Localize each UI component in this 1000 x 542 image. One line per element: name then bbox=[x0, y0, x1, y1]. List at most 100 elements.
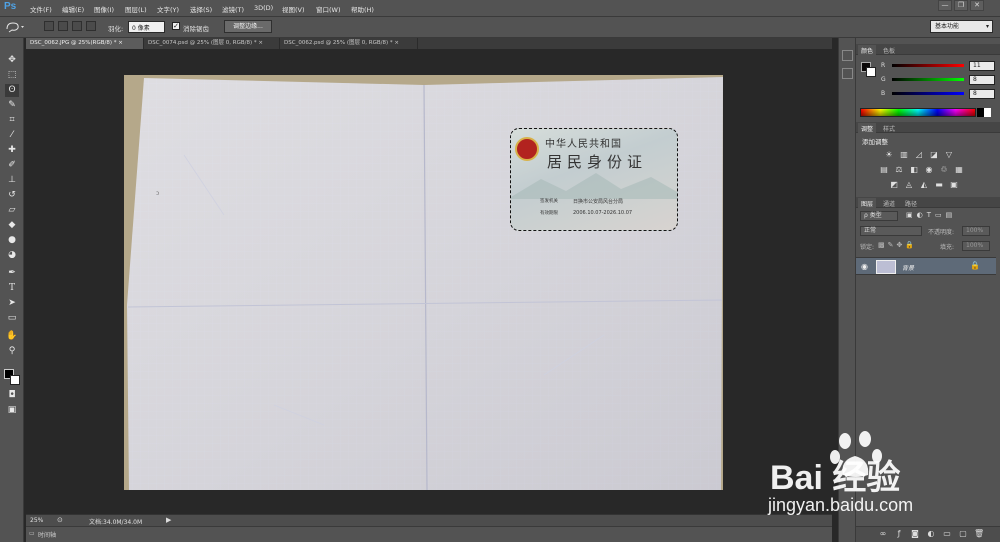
menu-select[interactable]: 选择(S) bbox=[190, 4, 212, 14]
workspace-select[interactable]: 基本功能 ▾ bbox=[930, 20, 993, 33]
opacity-input[interactable]: 100% bbox=[962, 226, 990, 236]
channel-mixer-icon[interactable]: ♲ bbox=[939, 165, 949, 174]
path-select-icon[interactable]: ➤ bbox=[5, 297, 19, 310]
color-lookup-icon[interactable]: ▦ bbox=[954, 165, 964, 174]
crop-tool-icon[interactable]: ⌗ bbox=[5, 114, 19, 127]
layer-style-icon[interactable]: ƒ bbox=[894, 529, 904, 538]
menu-3d[interactable]: 3D(D) bbox=[254, 4, 273, 12]
red-slider[interactable] bbox=[892, 64, 964, 67]
eyedropper-tool-icon[interactable]: ⁄ bbox=[5, 129, 19, 142]
tab-channels[interactable]: 通道 bbox=[880, 198, 898, 209]
screen-mode-icon[interactable]: ▣ bbox=[5, 404, 19, 417]
photo-filter-icon[interactable]: ◉ bbox=[924, 165, 934, 174]
menu-window[interactable]: 窗口(W) bbox=[316, 4, 341, 14]
green-value-input[interactable]: 8 bbox=[969, 75, 995, 85]
blend-mode-select[interactable]: 正常 bbox=[860, 226, 922, 236]
black-white-icon[interactable]: ◧ bbox=[909, 165, 919, 174]
subtract-selection-button[interactable] bbox=[72, 21, 82, 31]
vibrance-icon[interactable]: ▽ bbox=[944, 150, 954, 159]
minimize-button[interactable]: — bbox=[938, 0, 952, 11]
hue-saturation-icon[interactable]: ▤ bbox=[879, 165, 889, 174]
black-swatch[interactable] bbox=[977, 108, 984, 117]
white-swatch[interactable] bbox=[984, 108, 991, 117]
blue-slider[interactable] bbox=[892, 92, 964, 95]
pen-tool-icon[interactable]: ✒ bbox=[5, 267, 19, 280]
selective-color-icon[interactable]: ▣ bbox=[949, 180, 959, 189]
layer-filter-select[interactable]: ρ 类型 bbox=[860, 211, 898, 221]
tab-color[interactable]: 颜色 bbox=[858, 45, 877, 56]
lasso-tool-icon[interactable]: ʘ bbox=[5, 84, 19, 97]
background-color-swatch[interactable] bbox=[10, 375, 20, 385]
type-tool-icon[interactable]: T bbox=[5, 282, 19, 295]
menu-file[interactable]: 文件(F) bbox=[30, 4, 52, 14]
tab-dsc-0062-jpg[interactable]: DSC_0062.JPG @ 25%(RGB/8) * × bbox=[26, 38, 144, 49]
threshold-icon[interactable]: ◭ bbox=[919, 180, 929, 189]
background-color-chip[interactable] bbox=[866, 67, 876, 77]
zoom-level[interactable]: 25% bbox=[30, 517, 43, 524]
quick-mask-icon[interactable]: ◘ bbox=[5, 389, 19, 402]
add-mask-icon[interactable]: ◙ bbox=[910, 529, 920, 538]
eraser-tool-icon[interactable]: ▱ bbox=[5, 204, 19, 217]
new-layer-icon[interactable]: ▢ bbox=[958, 529, 968, 538]
status-share-icon[interactable]: ⊙ bbox=[57, 516, 63, 524]
green-slider[interactable] bbox=[892, 78, 964, 81]
new-selection-button[interactable] bbox=[44, 21, 54, 31]
layer-filter-icons[interactable]: ▣◐T▭▤ bbox=[906, 211, 956, 219]
feather-input[interactable]: 0 像素 bbox=[128, 21, 165, 33]
menu-view[interactable]: 视图(V) bbox=[282, 4, 305, 14]
paint-bucket-icon[interactable]: ◆ bbox=[5, 219, 19, 232]
layer-name[interactable]: 背景 bbox=[902, 263, 914, 272]
posterize-icon[interactable]: ◬ bbox=[904, 180, 914, 189]
menu-image[interactable]: 图像(I) bbox=[94, 4, 114, 14]
refine-edge-button[interactable]: 调整边缘... bbox=[224, 20, 272, 33]
clone-stamp-icon[interactable]: ⊥ bbox=[5, 174, 19, 187]
close-window-button[interactable]: ✕ bbox=[970, 0, 984, 11]
healing-brush-icon[interactable]: ✚ bbox=[5, 144, 19, 157]
tab-layers[interactable]: 图层 bbox=[858, 198, 877, 209]
link-layers-icon[interactable]: ∞ bbox=[878, 529, 888, 538]
blur-tool-icon[interactable]: ● bbox=[5, 234, 19, 247]
history-panel-icon[interactable] bbox=[842, 50, 853, 61]
id-card-selection[interactable]: 中华人民共和国 居民身份证 签发机关 日换市公安局风台分局 有效期限 2006.… bbox=[510, 128, 678, 231]
invert-icon[interactable]: ◩ bbox=[889, 180, 899, 189]
menu-help[interactable]: 帮助(H) bbox=[351, 4, 374, 14]
tab-styles[interactable]: 样式 bbox=[880, 123, 898, 134]
add-selection-button[interactable] bbox=[58, 21, 68, 31]
menu-edit[interactable]: 编辑(E) bbox=[62, 4, 84, 14]
antialias-checkbox[interactable]: ✓ bbox=[172, 22, 180, 30]
tab-paths[interactable]: 路径 bbox=[902, 198, 920, 209]
lock-icons[interactable]: ▩✎✥🔒 bbox=[878, 241, 917, 249]
blue-value-input[interactable]: 8 bbox=[969, 89, 995, 99]
new-group-icon[interactable]: ▭ bbox=[942, 529, 952, 538]
exposure-icon[interactable]: ◪ bbox=[929, 150, 939, 159]
move-tool-icon[interactable]: ✥ bbox=[5, 54, 19, 67]
maximize-button[interactable]: ❐ bbox=[954, 0, 968, 11]
menu-filter[interactable]: 滤镜(T) bbox=[222, 4, 244, 14]
tab-dsc-0074-psd[interactable]: DSC_0074.psd @ 25% (图层 0, RGB/8) * × bbox=[144, 38, 280, 49]
tab-adjustments[interactable]: 调整 bbox=[858, 123, 877, 134]
eye-icon[interactable]: ◉ bbox=[861, 262, 868, 271]
curves-icon[interactable]: ◿ bbox=[914, 150, 924, 159]
new-adjustment-icon[interactable]: ◐ bbox=[926, 529, 936, 538]
hand-tool-icon[interactable]: ✋ bbox=[5, 330, 19, 343]
intersect-selection-button[interactable] bbox=[86, 21, 96, 31]
tab-dsc-0062-psd[interactable]: DSC_0062.psd @ 25% (图层 0, RGB/8) * × bbox=[280, 38, 418, 49]
red-value-input[interactable]: 11 bbox=[969, 61, 995, 71]
fill-input[interactable]: 100% bbox=[962, 241, 990, 251]
quick-select-tool-icon[interactable]: ✎ bbox=[5, 99, 19, 112]
tool-preset-picker[interactable] bbox=[4, 20, 26, 34]
status-menu-arrow-icon[interactable]: ▶ bbox=[166, 516, 171, 524]
brush-tool-icon[interactable]: ✐ bbox=[5, 159, 19, 172]
menu-layer[interactable]: 图层(L) bbox=[125, 4, 147, 14]
history-brush-icon[interactable]: ↺ bbox=[5, 189, 19, 202]
layer-row-background[interactable]: ◉ 背景 🔒 bbox=[856, 257, 996, 275]
gradient-map-icon[interactable]: ▬ bbox=[934, 180, 944, 189]
color-spectrum[interactable] bbox=[860, 108, 976, 117]
tab-swatches[interactable]: 色板 bbox=[880, 45, 898, 56]
timeline-label[interactable]: 时间轴 bbox=[38, 530, 56, 539]
menu-type[interactable]: 文字(Y) bbox=[157, 4, 179, 14]
brightness-contrast-icon[interactable]: ☀ bbox=[884, 150, 894, 159]
document-image[interactable]: ↄ 中华人民共和国 居民身份证 签发机关 日换市公安局风台分局 有效期限 200… bbox=[124, 75, 723, 490]
zoom-tool-icon[interactable]: ⚲ bbox=[5, 345, 19, 358]
levels-icon[interactable]: ▥ bbox=[899, 150, 909, 159]
